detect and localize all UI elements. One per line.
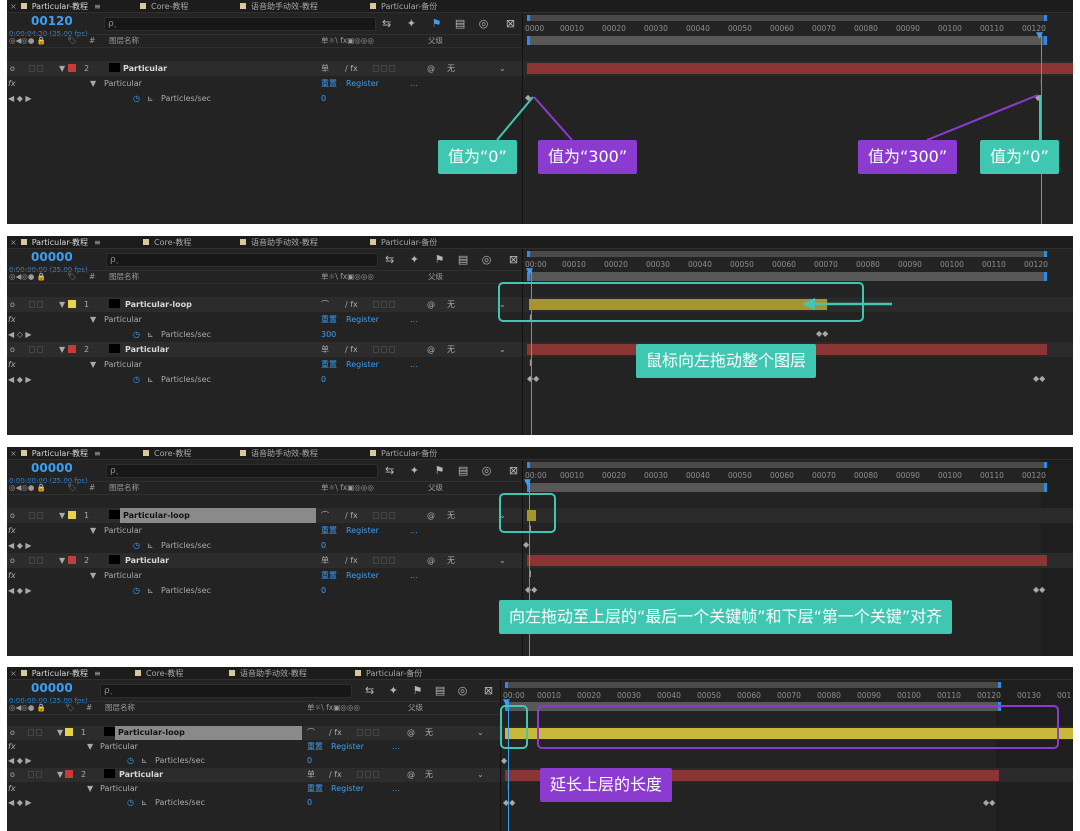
drag-arrow	[802, 298, 892, 310]
time-ruler[interactable]: 00:00 00010 00020 00030 00040 00050 00060 00070…	[523, 470, 1073, 482]
layer-row-2[interactable]: o ▼ 2 Particular 单 ∕ fx @ 无 ⌄	[7, 553, 522, 568]
effect-row[interactable]: fx ▼ Particular 重置 Register ...	[7, 568, 522, 583]
composition-icon[interactable]: ⇆	[365, 684, 374, 697]
layer-row-2[interactable]: o ▼ 2 Particular 单 ∕ fx @ 无 ⌄	[7, 768, 500, 782]
search-input[interactable]: ρ˯	[106, 464, 378, 478]
timeline-panel-1: × Particular-教程 ≡ Core-教程 语音助手动效-教程 Partic…	[7, 0, 1073, 224]
layer-row-1[interactable]: o ▼ 1 Particular-loop ⌒ ∕ fx @ 无 ⌄	[7, 508, 522, 523]
tab-particular-tutorial[interactable]: × Particular-教程 ≡	[10, 447, 101, 460]
graph-editor-icon[interactable]: ⊠	[484, 684, 493, 697]
layer-name-selected[interactable]: Particular-loop	[120, 508, 316, 523]
property-row[interactable]: ◀ ◆ ▶ ◷ ⊾ Particles/sec 0	[7, 538, 522, 553]
time-navigator[interactable]	[527, 462, 1047, 468]
tab-bar: × Particular-教程 ≡ Core-教程 语音助手动效-教程 Partic…	[7, 447, 1073, 460]
keyframe[interactable]: ◆◆	[503, 799, 515, 807]
frame-blend-icon[interactable]: ▤	[458, 464, 468, 477]
timeline-panel-2: × Particular-教程 ≡ Core-教程 语音助手动效-教程 Partic…	[7, 236, 1073, 435]
tab-particular-backup[interactable]: Particular-备份	[370, 447, 437, 460]
effect-row[interactable]: fx ▼ Particular 重置 Register ...	[7, 740, 500, 754]
property-row[interactable]: ◀ ◆ ▶ ◷ ⊾ Particles/sec 0	[7, 583, 522, 598]
keyframe[interactable]: ◆◆	[525, 586, 537, 594]
shy-icon[interactable]: ⚑	[412, 684, 422, 697]
property-row[interactable]: ◀ ◆ ▶ ◷ ⊾ Particles/sec 0	[7, 754, 500, 768]
callout-value-300: 值为“300”	[538, 140, 638, 174]
motion-blur-icon[interactable]: ◎	[458, 684, 468, 697]
search-input[interactable]: ρ˯	[100, 684, 352, 698]
layer-panel: 00000 0:00:00:00 (25.00 fps) ρ˯ ⇆ ✦ ⚑ ▤ …	[7, 680, 500, 831]
highlight-box-teal	[500, 705, 528, 749]
timeline-area[interactable]: 00:00 00010 00020 00030 00040 00050 00060 00070…	[500, 680, 1073, 831]
callout-value-0: 值为“0”	[438, 140, 517, 174]
timeline-toolbar: ⇆ ✦ ⚑ ▤ ◎ ⊠	[365, 684, 493, 698]
frame-blend-icon[interactable]: ▤	[435, 684, 445, 697]
shy-icon[interactable]: ⚑	[434, 464, 444, 477]
playhead-handle[interactable]: ▼	[524, 479, 531, 488]
timeline-toolbar: ⇆ ✦ ⚑ ▤ ◎ ⊠	[385, 464, 518, 478]
composition-icon[interactable]: ⇆	[385, 464, 394, 477]
timeline-panel-4: × Particular-教程 ≡ Core-教程 语音助手动效-教程 Partic…	[7, 667, 1073, 831]
draft-3d-icon[interactable]: ✦	[410, 464, 419, 477]
graph-editor-icon[interactable]: ⊠	[509, 464, 518, 477]
motion-blur-icon[interactable]: ◎	[482, 464, 492, 477]
tab-bar: × Particular-教程 ≡ Core-教程 语音助手动效-教程 Partic…	[7, 667, 1073, 680]
callout-arrows	[496, 94, 1041, 141]
layer-row-1[interactable]: o ▼ 1 Particular-loop ⌒ ∕ fx @ 无 ⌄	[7, 726, 500, 740]
work-area-bar[interactable]	[527, 483, 1047, 492]
highlight-box-purple	[537, 705, 1059, 749]
property-row[interactable]: ◀ ◆ ▶ ◷ ⊾ Particles/sec 0	[7, 796, 500, 810]
keyframe[interactable]: ◆	[501, 757, 507, 765]
callout-align-keyframes: 向左拖动至上层的“最后一个关键帧”和下层“第一个关键”对齐	[499, 600, 953, 634]
callout-value-0-end: 值为“0”	[980, 140, 1059, 174]
timeline-panel-3: × Particular-教程 ≡ Core-教程 语音助手动效-教程 Partic…	[7, 447, 1073, 656]
current-time[interactable]: 00000	[31, 461, 73, 475]
effect-row[interactable]: fx ▼ Particular 重置 Register ...	[7, 523, 522, 538]
tab-core-tutorial[interactable]: Core-教程	[143, 447, 191, 460]
layer-bar[interactable]	[527, 555, 1047, 566]
time-navigator[interactable]	[505, 682, 1001, 688]
track-row	[523, 508, 1073, 523]
keyframe[interactable]: ◆◆	[983, 799, 995, 807]
highlight-box-teal	[499, 493, 556, 533]
column-headers: ◎◀◎● 🔒 🏷 # 图层名称 单☼\ fx▣◎◎◎ 父级	[7, 701, 500, 715]
current-time[interactable]: 00000	[31, 681, 73, 695]
callout-value-300-end: 值为“300”	[858, 140, 958, 174]
tab-particular-tutorial[interactable]: × Particular-教程 ≡	[10, 667, 101, 680]
time-ruler[interactable]: 00:00 00010 00020 00030 00040 00050 00060 00070…	[501, 690, 1073, 702]
layer-panel: 00000 0:00:00:00 (25.00 fps) ρ˯ ⇆ ✦ ⚑ ▤ …	[7, 460, 522, 656]
tab-core-tutorial[interactable]: Core-教程	[135, 667, 183, 680]
tab-voice-assistant[interactable]: 语音助手动效-教程	[240, 447, 318, 460]
callout-drag-left: 鼠标向左拖动整个图层	[636, 344, 817, 378]
effect-row[interactable]: fx ▼ Particular 重置 Register ...	[7, 782, 500, 796]
layer-name-selected[interactable]: Particular-loop	[115, 726, 302, 740]
column-headers: ◎◀◎● 🔒 🏷 # 图层名称 单☼\ fx▣◎◎◎ 父级	[7, 481, 522, 495]
tab-voice-assistant[interactable]: 语音助手动效-教程	[229, 667, 307, 680]
callout-extend-layer: 延长上层的长度	[540, 768, 673, 802]
draft-3d-icon[interactable]: ✦	[389, 684, 398, 697]
tab-particular-backup[interactable]: Particular-备份	[355, 667, 422, 680]
keyframe[interactable]: ◆◆	[1033, 586, 1045, 594]
